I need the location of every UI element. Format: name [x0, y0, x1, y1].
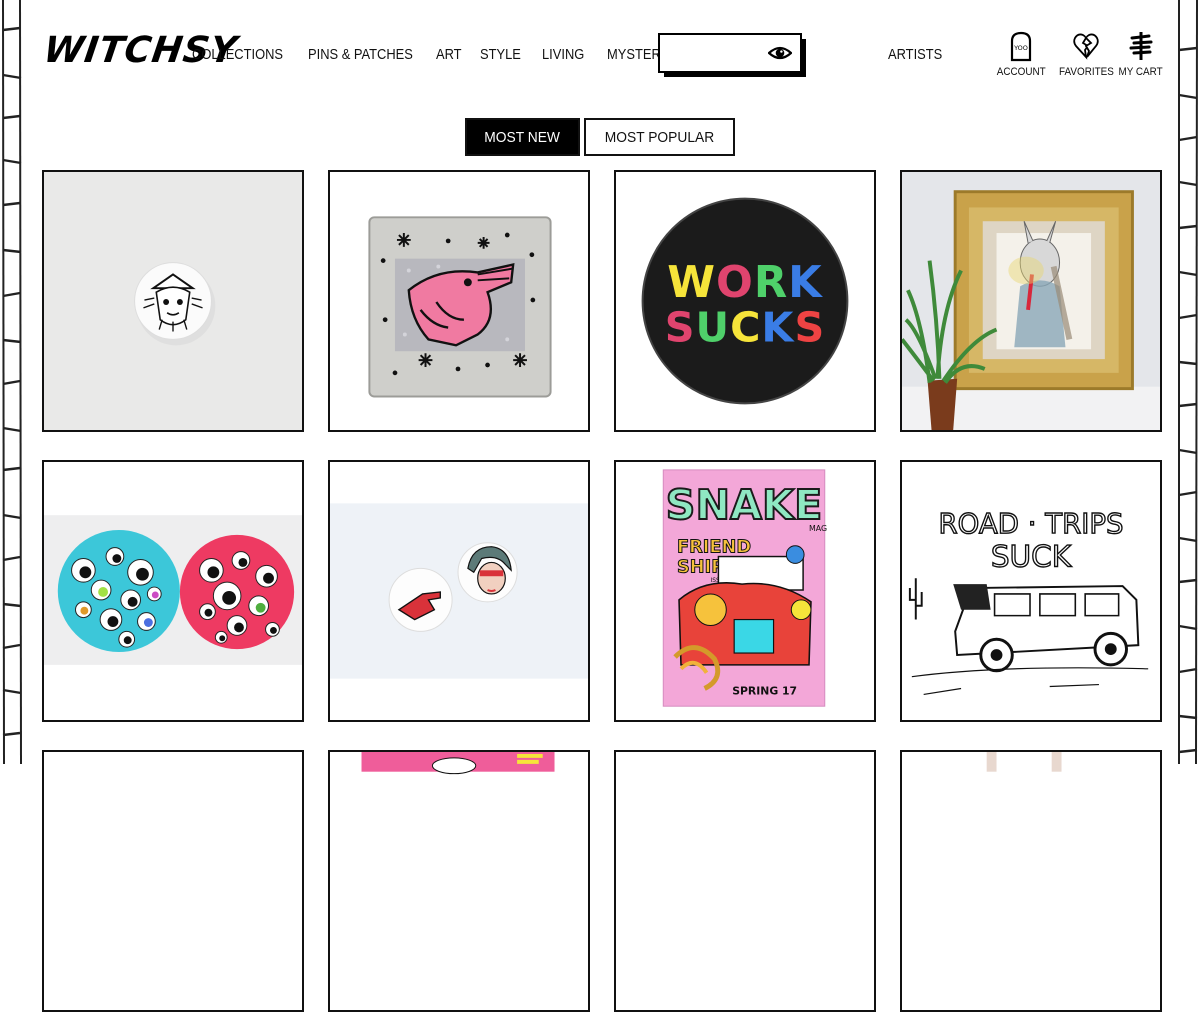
svg-text:WORK: WORK [667, 258, 823, 308]
zine-ship: SHIP [677, 557, 724, 577]
product-card[interactable] [328, 750, 590, 1012]
crocodile-compact-mirror-image [330, 172, 588, 430]
nav-style[interactable]: STYLE [480, 46, 521, 63]
product-card[interactable] [42, 750, 304, 1012]
svg-text:YOO: YOO [1013, 44, 1028, 52]
nav-artists[interactable]: ARTISTS [888, 46, 942, 63]
work-sucks-button-image: WORK SUCKS [616, 172, 874, 430]
account-label: ACCOUNT [996, 66, 1046, 78]
sort-toggle: MOST NEW MOST POPULAR [0, 118, 1200, 156]
nav-art[interactable]: ART [436, 46, 462, 63]
cart-link[interactable]: MY CART [1116, 30, 1165, 78]
witch-cat-pin-image [44, 172, 302, 430]
print-suck: SUCK [991, 539, 1072, 573]
product-image-partial [902, 752, 1160, 1010]
product-card[interactable] [900, 170, 1162, 432]
sort-most-new-button[interactable]: MOST NEW [465, 118, 580, 156]
product-card[interactable] [42, 460, 304, 722]
zine-title: SNAKE [666, 481, 823, 529]
nav-collections[interactable]: COLLECTIONS [192, 46, 283, 63]
site-header: WITCHSY COLLECTIONS PINS & PATCHES ART S… [24, 0, 1176, 110]
hand-and-face-pins-image [330, 462, 588, 720]
print-road-trips: ROAD · TRIPS [939, 507, 1124, 540]
nav-pins-patches[interactable]: PINS & PATCHES [308, 46, 413, 63]
product-card[interactable]: ROAD · TRIPS SUCK [900, 460, 1162, 722]
search-box [658, 33, 802, 73]
product-image-partial [616, 752, 874, 1010]
zine-mag: MAG [809, 524, 827, 533]
cart-label: MY CART [1118, 66, 1163, 78]
bunny-girl-framed-print-image [902, 172, 1160, 430]
product-card[interactable] [328, 460, 590, 722]
search [658, 33, 806, 77]
product-card[interactable] [900, 750, 1162, 1012]
googly-eye-coasters-image [44, 462, 302, 720]
right-ladder-border [1178, 0, 1198, 764]
favorites-link[interactable]: FAVORITES [1056, 30, 1117, 78]
sort-most-popular-button[interactable]: MOST POPULAR [583, 118, 735, 156]
road-trips-suck-print-image: ROAD · TRIPS SUCK [902, 462, 1160, 720]
stick-cart-icon [1129, 32, 1153, 60]
product-card[interactable]: SNAKE MAG FRIEND SHIP ISSUE SPRING 17 [614, 460, 876, 722]
left-ladder-border [2, 0, 22, 764]
main-nav: COLLECTIONS PINS & PATCHES ART STYLE LIV… [192, 46, 707, 63]
account-link[interactable]: YOO ACCOUNT [994, 30, 1048, 78]
svg-text:SUCKS: SUCKS [665, 303, 825, 351]
product-card[interactable]: WORK SUCKS [614, 170, 876, 432]
snake-mag-zine-image: SNAKE MAG FRIEND SHIP ISSUE SPRING 17 [616, 462, 874, 720]
zine-friend: FRIEND [677, 538, 751, 558]
nav-living[interactable]: LIVING [542, 46, 584, 63]
broken-heart-icon [1073, 33, 1100, 60]
product-card[interactable] [42, 170, 304, 432]
product-card[interactable] [614, 750, 876, 1012]
tombstone-account-icon: YOO [1011, 31, 1032, 62]
product-image-partial [44, 752, 302, 1010]
product-card[interactable] [328, 170, 590, 432]
product-image-partial [330, 752, 588, 1010]
favorites-label: FAVORITES [1059, 66, 1114, 78]
search-input[interactable] [666, 35, 770, 71]
zine-spring: SPRING 17 [732, 684, 797, 697]
eye-search-icon[interactable] [768, 44, 792, 62]
